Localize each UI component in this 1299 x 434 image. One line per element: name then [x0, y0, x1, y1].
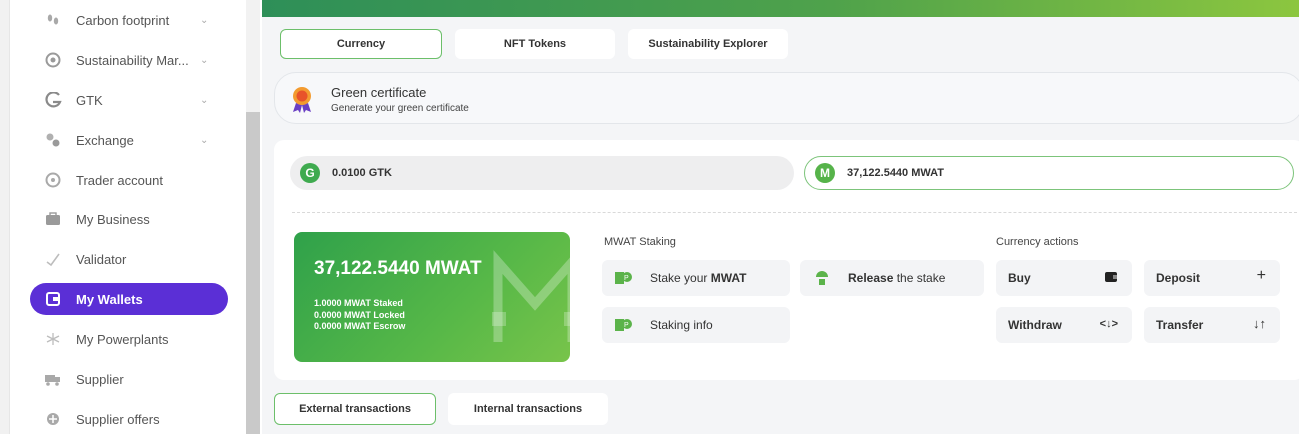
offers-icon: [44, 410, 62, 428]
release-icon: [812, 268, 832, 288]
mwat-coin-icon: M: [815, 163, 835, 183]
sidebar-item-supplier-offers[interactable]: Supplier offers: [30, 403, 228, 434]
tab-currency[interactable]: Currency: [280, 29, 442, 59]
release-label-suffix: the stake: [893, 271, 946, 285]
certificate-title: Green certificate: [331, 85, 427, 100]
gtk-logo-icon: [44, 91, 62, 109]
sidebar-item-carbon-footprint[interactable]: Carbon footprint ⌄: [30, 4, 228, 36]
deposit-label: Deposit: [1156, 271, 1201, 285]
sidebar-item-label: My Powerplants: [76, 331, 169, 347]
gtk-balance: 0.0100 GTK: [332, 167, 392, 179]
transfer-arrows-icon: ↓↑: [1253, 316, 1266, 331]
wallet-icon: [1104, 269, 1118, 286]
tab-nft-tokens[interactable]: NFT Tokens: [455, 29, 615, 59]
sidebar-item-validator[interactable]: Validator: [30, 243, 228, 275]
sidebar-item-trader-account[interactable]: Trader account: [30, 164, 228, 196]
wallet-icon: [44, 290, 62, 308]
chevron-down-icon[interactable]: ⌄: [200, 95, 210, 106]
stake-button[interactable]: P Stake your MWAT: [602, 260, 790, 296]
sidebar-edge: [0, 0, 10, 434]
briefcase-icon: [44, 210, 62, 228]
sidebar-item-label: Trader account: [76, 172, 163, 188]
sidebar-item-label: My Business: [76, 211, 150, 227]
transfer-button[interactable]: Transfer ↓↑: [1144, 307, 1280, 343]
tab-sustainability-explorer[interactable]: Sustainability Explorer: [628, 29, 788, 59]
sidebar-item-label: Supplier: [76, 371, 124, 387]
gtk-coin-icon: G: [300, 163, 320, 183]
target-icon: [44, 51, 62, 69]
tab-external-transactions[interactable]: External transactions: [274, 393, 436, 425]
withdraw-arrows-icon: <↓>: [1099, 318, 1118, 330]
mwat-logo-watermark-icon: [492, 250, 570, 342]
staking-info-button[interactable]: P Staking info: [602, 307, 790, 343]
stake-label-bold: MWAT: [710, 271, 747, 285]
trader-icon: [44, 171, 62, 189]
powerplant-icon: [44, 330, 62, 348]
withdraw-button[interactable]: Withdraw <↓>: [996, 307, 1132, 343]
main-content: Currency NFT Tokens Sustainability Explo…: [262, 0, 1299, 434]
sidebar-item-label: My Wallets: [76, 291, 143, 307]
mwat-balance: 37,122.5440 MWAT: [847, 167, 945, 179]
sidebar-item-my-business[interactable]: My Business: [30, 203, 228, 235]
wallet-panel: G 0.0100 GTK M 37,122.5440 MWAT 37,122.5…: [274, 140, 1299, 380]
card-staked: 1.0000 MWAT Staked: [314, 298, 403, 308]
tab-internal-transactions[interactable]: Internal transactions: [448, 393, 608, 425]
sidebar-item-sustainability[interactable]: Sustainability Mar... ⌄: [30, 44, 228, 76]
sidebar-item-exchange[interactable]: Exchange ⌄: [30, 124, 228, 156]
gtk-balance-pill[interactable]: G 0.0100 GTK: [290, 156, 794, 190]
svg-text:P: P: [624, 275, 629, 282]
release-label-bold: Release: [848, 271, 894, 285]
stake-coin-icon: P: [614, 268, 634, 288]
mwat-balance-card: 37,122.5440 MWAT 1.0000 MWAT Staked 0.00…: [294, 232, 570, 362]
medal-icon: [293, 87, 311, 113]
sidebar-item-supplier[interactable]: Supplier: [30, 363, 228, 395]
buy-button[interactable]: Buy: [996, 260, 1132, 296]
sidebar-item-label: GTK: [76, 92, 103, 108]
currency-actions-title: Currency actions: [996, 236, 1079, 248]
withdraw-label: Withdraw: [1008, 318, 1062, 332]
buy-label: Buy: [1008, 271, 1031, 285]
staking-title: MWAT Staking: [604, 236, 676, 248]
certificate-subtitle: Generate your green certificate: [331, 103, 469, 114]
sidebar-item-label: Validator: [76, 251, 127, 267]
svg-text:P: P: [624, 322, 629, 329]
release-stake-button[interactable]: Release the stake: [800, 260, 984, 296]
footprint-icon: [44, 11, 62, 29]
sidebar-item-my-powerplants[interactable]: My Powerplants: [30, 323, 228, 355]
transfer-label: Transfer: [1156, 318, 1204, 332]
chevron-down-icon[interactable]: ⌄: [200, 55, 210, 66]
card-escrow: 0.0000 MWAT Escrow: [314, 321, 406, 331]
sidebar-item-my-wallets[interactable]: My Wallets: [30, 283, 228, 315]
mwat-balance-pill[interactable]: M 37,122.5440 MWAT: [804, 156, 1294, 190]
deposit-button[interactable]: Deposit +: [1144, 260, 1280, 296]
sidebar-item-label: Sustainability Mar...: [76, 52, 189, 68]
staking-info-icon: P: [614, 315, 634, 335]
sidebar-item-label: Carbon footprint: [76, 12, 170, 28]
truck-icon: [44, 370, 62, 388]
chevron-down-icon[interactable]: ⌄: [200, 135, 210, 146]
divider: [292, 212, 1299, 213]
sidebar-scrollbar[interactable]: [246, 112, 260, 434]
staking-info-label: Staking info: [650, 318, 713, 332]
check-icon: [44, 250, 62, 268]
card-amount: 37,122.5440 MWAT: [314, 258, 482, 279]
exchange-icon: [44, 131, 62, 149]
stake-label-prefix: Stake your: [650, 271, 711, 285]
green-certificate-card[interactable]: Green certificate Generate your green ce…: [274, 72, 1299, 124]
sidebar-item-gtk[interactable]: GTK ⌄: [30, 84, 228, 116]
sidebar-item-label: Supplier offers: [76, 411, 160, 427]
sidebar-item-label: Exchange: [76, 132, 134, 148]
plus-icon: +: [1256, 267, 1266, 284]
header-gradient-bar: [262, 0, 1299, 17]
chevron-down-icon[interactable]: ⌄: [200, 15, 210, 26]
card-locked: 0.0000 MWAT Locked: [314, 310, 405, 320]
sidebar: Carbon footprint ⌄ Sustainability Mar...…: [0, 0, 262, 434]
